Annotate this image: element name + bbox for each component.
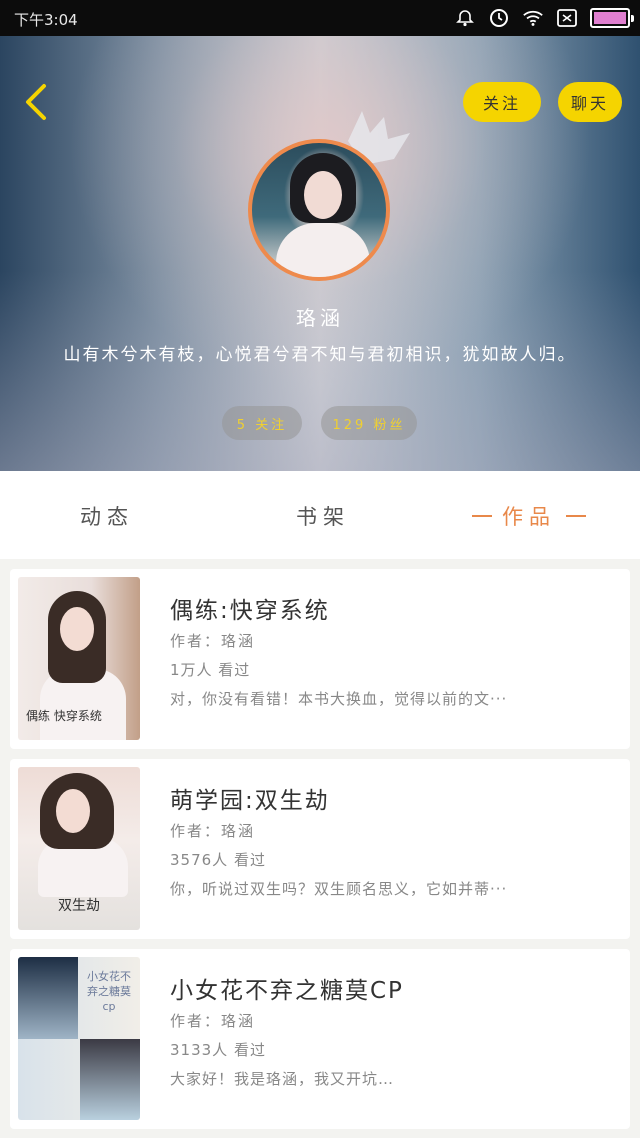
book-card[interactable]: 双生劫 萌学园:双生劫 作者：珞涵 3576人 看过 你，听说过双生吗？双生顾名… bbox=[10, 759, 630, 939]
cover-title: 双生劫 bbox=[58, 898, 100, 914]
follow-button[interactable]: 关注 bbox=[463, 82, 541, 122]
book-cover: 双生劫 bbox=[18, 767, 140, 930]
chat-button[interactable]: 聊天 bbox=[558, 82, 622, 122]
tab-activity[interactable]: 动态 bbox=[80, 501, 134, 531]
status-bar: 下午3:04 bbox=[0, 0, 640, 36]
fans-count-button[interactable]: 129 粉丝 bbox=[321, 406, 417, 440]
tab-bookshelf[interactable]: 书架 bbox=[296, 501, 350, 531]
book-author: 作者：珞涵 bbox=[170, 1012, 256, 1030]
back-button[interactable] bbox=[18, 80, 58, 124]
profile-bio: 山有木兮木有枝，心悦君兮君不知与君初相识，犹如故人归。 bbox=[63, 345, 577, 365]
cover-panel-bottom-right bbox=[80, 1039, 140, 1120]
tab-indicator-left bbox=[472, 515, 492, 517]
bell-icon bbox=[454, 7, 476, 29]
book-views: 3576人 看过 bbox=[170, 851, 266, 869]
avatar-figure-face bbox=[304, 171, 342, 219]
cover-title: 小女花不弃之糖莫cp bbox=[87, 970, 131, 1013]
book-description: 大家好！我是珞涵，我又开坑… bbox=[170, 1070, 395, 1088]
following-count-button[interactable]: 5 关注 bbox=[222, 406, 302, 440]
book-views: 1万人 看过 bbox=[170, 661, 251, 679]
status-time: 下午3:04 bbox=[14, 11, 78, 29]
book-cover: 偶练 快穿系统 bbox=[18, 577, 140, 740]
wifi-icon bbox=[522, 7, 544, 29]
cover-panel-top-left bbox=[18, 957, 78, 1039]
tab-bar: 动态 书架 作品 bbox=[0, 471, 640, 559]
profile-header: 关注 聊天 珞涵 山有木兮木有枝，心悦君兮君不知与君初相识，犹如故人归。 5 关… bbox=[0, 36, 640, 471]
book-author: 作者：珞涵 bbox=[170, 822, 256, 840]
cover-figure-face bbox=[56, 789, 90, 833]
tab-indicator-right bbox=[566, 515, 586, 517]
sim-icon bbox=[556, 7, 578, 29]
book-title: 偶练:快穿系统 bbox=[170, 598, 330, 624]
tab-works-label: 作品 bbox=[502, 505, 556, 529]
cover-figure-face bbox=[60, 607, 94, 651]
cover-title: 偶练 快穿系统 bbox=[26, 709, 102, 723]
status-icons bbox=[454, 7, 634, 29]
chevron-left-icon bbox=[26, 84, 46, 120]
book-cover: 小女花不弃之糖莫cp bbox=[18, 957, 140, 1120]
battery-icon bbox=[590, 8, 634, 28]
book-description: 你，听说过双生吗？双生顾名思义，它如并蒂··· bbox=[170, 880, 508, 898]
book-title: 萌学园:双生劫 bbox=[170, 788, 330, 814]
tab-works[interactable]: 作品 bbox=[472, 501, 586, 531]
profile-username: 珞涵 bbox=[296, 306, 344, 330]
battery-level bbox=[594, 12, 626, 24]
avatar[interactable] bbox=[248, 139, 390, 281]
book-author: 作者：珞涵 bbox=[170, 632, 256, 650]
book-card[interactable]: 小女花不弃之糖莫cp 小女花不弃之糖莫CP 作者：珞涵 3133人 看过 大家好… bbox=[10, 949, 630, 1129]
avatar-container bbox=[248, 111, 410, 281]
book-title: 小女花不弃之糖莫CP bbox=[170, 978, 404, 1004]
alarm-icon bbox=[488, 7, 510, 29]
book-description: 对，你没有看错！本书大换血，觉得以前的文··· bbox=[170, 690, 508, 708]
book-views: 3133人 看过 bbox=[170, 1041, 266, 1059]
book-card[interactable]: 偶练 快穿系统 偶练:快穿系统 作者：珞涵 1万人 看过 对，你没有看错！本书大… bbox=[10, 569, 630, 749]
avatar-figure-body bbox=[276, 223, 370, 277]
